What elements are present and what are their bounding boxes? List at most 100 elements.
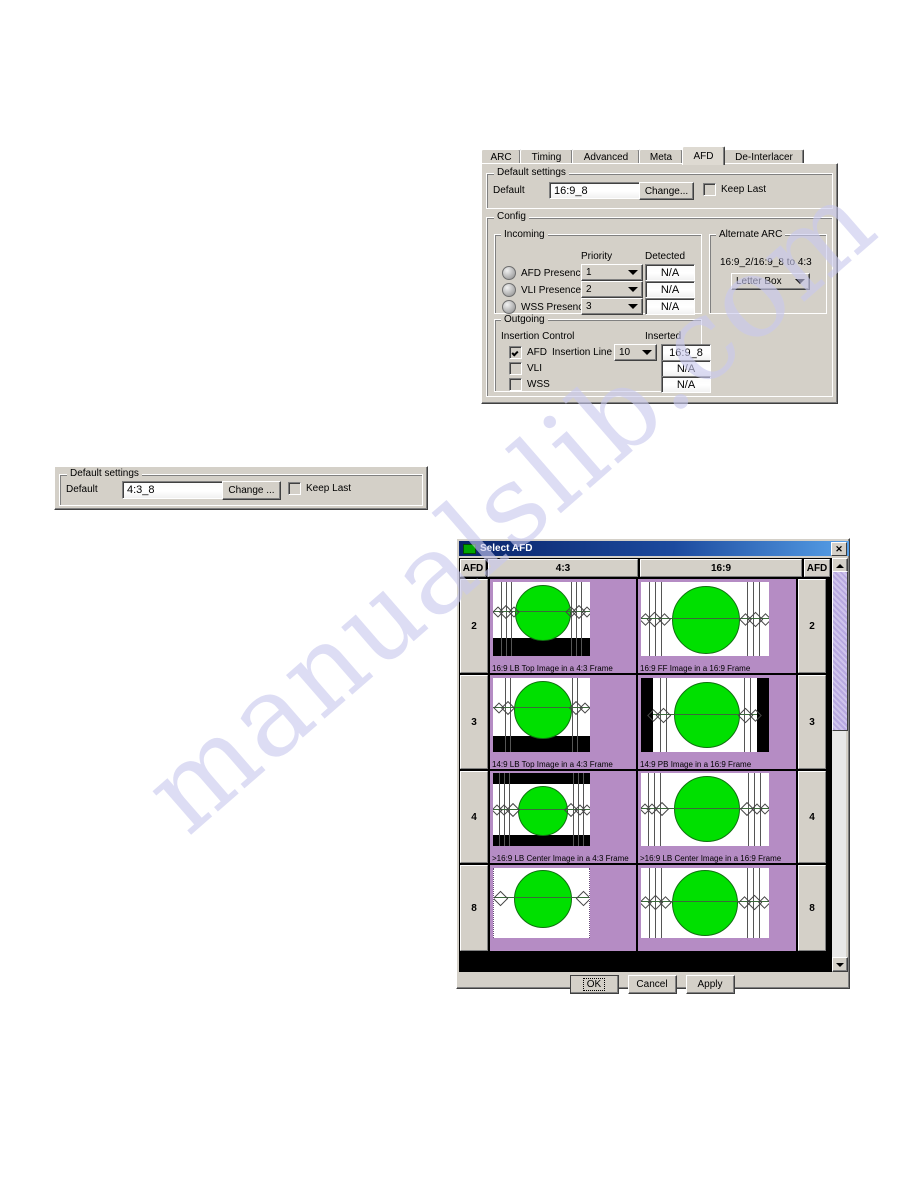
default-settings-panel-legend: Default settings bbox=[67, 468, 142, 479]
tab-timing[interactable]: Timing bbox=[520, 149, 573, 164]
select-afd-titlebar[interactable]: Select AFD ✕ bbox=[459, 541, 849, 556]
afd-cell-8-4x3[interactable] bbox=[490, 865, 636, 951]
afd-cell-2-16x9[interactable]: 16:9 FF Image in a 16:9 Frame bbox=[638, 579, 796, 673]
vli-presence-label: VLI Presence bbox=[521, 284, 582, 296]
outgoing-vli-label: VLI bbox=[527, 363, 543, 374]
outgoing-vli-inserted-field: N/A bbox=[661, 360, 711, 377]
wss-priority-value: 3 bbox=[586, 301, 592, 312]
header-col-16-9-label: 16:9 bbox=[710, 562, 731, 574]
default-value-text: 16:9_8 bbox=[554, 184, 588, 197]
tab-strip: ARC Timing Advanced Meta AFD De-Interlac… bbox=[481, 146, 838, 165]
tab-arc[interactable]: ARC bbox=[481, 149, 521, 164]
apply-button[interactable]: Apply bbox=[685, 975, 735, 994]
header-col-4-3-label: 4:3 bbox=[555, 562, 571, 574]
change-button[interactable]: Change... bbox=[639, 182, 694, 200]
insertion-line-chevron-down-icon[interactable] bbox=[639, 347, 654, 358]
close-icon[interactable]: ✕ bbox=[831, 541, 847, 556]
vertical-scrollbar[interactable] bbox=[832, 558, 848, 972]
outgoing-afd-label: AFD bbox=[527, 347, 547, 358]
afd-cell-3-4x3[interactable]: 14:9 LB Top Image in a 4:3 Frame bbox=[490, 675, 636, 769]
outgoing-vli-checkbox[interactable] bbox=[509, 362, 522, 375]
vli-presence-led-icon bbox=[502, 283, 516, 297]
afd-row-4-code-right-label: 4 bbox=[809, 811, 815, 823]
header-afd-left-label: AFD bbox=[462, 562, 484, 574]
afd-pattern-2-4x3 bbox=[493, 582, 590, 656]
alternate-arc-mode-combo[interactable]: Letter Box bbox=[731, 273, 810, 290]
afd-caption-4-4x3: >16:9 LB Center Image in a 4:3 Frame bbox=[492, 854, 629, 863]
select-afd-title: Select AFD bbox=[480, 543, 533, 554]
outgoing-afd-checkbox[interactable] bbox=[509, 346, 522, 359]
afd-pattern-2-16x9 bbox=[641, 582, 769, 656]
apply-button-label: Apply bbox=[697, 979, 723, 990]
scroll-down-button[interactable] bbox=[832, 957, 848, 972]
afd-row-8-code-left: 8 bbox=[460, 865, 488, 951]
afd-row-8: 8 8 bbox=[459, 864, 832, 952]
afd-cell-4-4x3[interactable]: >16:9 LB Center Image in a 4:3 Frame bbox=[490, 771, 636, 863]
keep-last-checkbox[interactable] bbox=[703, 183, 716, 196]
cancel-button[interactable]: Cancel bbox=[627, 975, 677, 994]
vli-priority-chevron-down-icon[interactable] bbox=[625, 284, 640, 295]
outgoing-wss-checkbox[interactable] bbox=[509, 378, 522, 391]
keep-last-panel-label: Keep Last bbox=[306, 483, 352, 494]
detected-column-header: Detected bbox=[645, 251, 686, 262]
vli-priority-combo[interactable]: 2 bbox=[581, 281, 643, 298]
alternate-arc-chevron-down-icon[interactable] bbox=[792, 276, 807, 287]
afd-priority-chevron-down-icon[interactable] bbox=[625, 267, 640, 278]
outgoing-afd-row[interactable]: AFD bbox=[509, 346, 547, 359]
afd-priority-combo[interactable]: 1 bbox=[581, 264, 643, 281]
default-value-field[interactable]: 16:9_8 bbox=[549, 182, 641, 199]
config-legend: Config bbox=[494, 211, 529, 222]
arrow-up-icon bbox=[836, 563, 844, 568]
outgoing-wss-label: WSS bbox=[527, 379, 550, 390]
afd-row-4-code-left-label: 4 bbox=[471, 811, 477, 823]
outgoing-wss-row[interactable]: WSS bbox=[509, 378, 550, 391]
insertion-line-combo[interactable]: 10 bbox=[614, 344, 657, 361]
ok-button[interactable]: OK bbox=[569, 975, 619, 994]
tab-arc-label: ARC bbox=[490, 151, 512, 163]
keep-last-checkbox-row[interactable]: Keep Last bbox=[703, 183, 766, 196]
afd-presence-label: AFD Presence bbox=[521, 267, 587, 279]
afd-row-3-code-left: 3 bbox=[460, 675, 488, 769]
tab-afd[interactable]: AFD bbox=[682, 146, 725, 165]
afd-cell-2-4x3[interactable]: 16:9 LB Top Image in a 4:3 Frame bbox=[490, 579, 636, 673]
afd-cell-8-16x9[interactable] bbox=[638, 865, 796, 951]
afd-cell-4-16x9[interactable]: >16:9 LB Center Image in a 16:9 Frame bbox=[638, 771, 796, 863]
default-settings-group: Default settings Default 16:9_8 Change..… bbox=[486, 167, 833, 209]
outgoing-afd-inserted-field: 16:9_8 bbox=[661, 344, 711, 361]
alternate-arc-conversion-label: 16:9_2/16:9_8 to 4:3 bbox=[720, 257, 812, 268]
header-col-16-9: 16:9 bbox=[640, 559, 802, 577]
afd-priority-value: 1 bbox=[586, 267, 592, 278]
keep-last-panel-checkbox[interactable] bbox=[288, 482, 301, 495]
alternate-arc-mode-value: Letter Box bbox=[736, 276, 782, 287]
insertion-line-value: 10 bbox=[619, 347, 631, 358]
afd-row-8-code-right: 8 bbox=[798, 865, 826, 951]
keep-last-label: Keep Last bbox=[721, 184, 767, 195]
tab-advanced[interactable]: Advanced bbox=[572, 149, 640, 164]
dialog-button-row: OK Cancel Apply bbox=[459, 975, 845, 995]
outgoing-vli-row[interactable]: VLI bbox=[509, 362, 542, 375]
afd-pattern-4-4x3 bbox=[493, 773, 590, 846]
afd-detected-value: N/A bbox=[660, 266, 680, 279]
header-afd-right-label: AFD bbox=[806, 562, 828, 574]
tab-meta[interactable]: Meta bbox=[639, 149, 683, 164]
afd-row-4-code-left: 4 bbox=[460, 771, 488, 863]
scrollbar-thumb[interactable] bbox=[832, 571, 848, 731]
tab-afd-label: AFD bbox=[693, 150, 714, 162]
vli-priority-value: 2 bbox=[586, 284, 592, 295]
wss-priority-combo[interactable]: 3 bbox=[581, 298, 643, 315]
default-settings-panel-group: Default settings Default 4:3_8 Change ..… bbox=[59, 468, 423, 506]
change-panel-button[interactable]: Change ... bbox=[222, 481, 281, 500]
afd-settings-dialog: ARC Timing Advanced Meta AFD De-Interlac… bbox=[481, 146, 838, 404]
default-panel-value-field[interactable]: 4:3_8 bbox=[122, 481, 224, 499]
default-settings-panel: Default settings Default 4:3_8 Change ..… bbox=[54, 466, 428, 510]
afd-caption-2-16x9: 16:9 FF Image in a 16:9 Frame bbox=[640, 664, 751, 673]
keep-last-panel-row[interactable]: Keep Last bbox=[288, 482, 351, 495]
insertion-line-label: Insertion Line bbox=[552, 347, 613, 358]
arrow-down-icon bbox=[836, 962, 844, 967]
scrollbar-track[interactable] bbox=[832, 571, 848, 959]
afd-cell-3-16x9[interactable]: 14:9 PB Image in a 16:9 Frame bbox=[638, 675, 796, 769]
tab-de-interlacer[interactable]: De-Interlacer bbox=[724, 149, 804, 164]
afd-row-3-code-right-label: 3 bbox=[809, 716, 815, 728]
wss-priority-chevron-down-icon[interactable] bbox=[625, 301, 640, 312]
tab-meta-label: Meta bbox=[649, 151, 673, 163]
